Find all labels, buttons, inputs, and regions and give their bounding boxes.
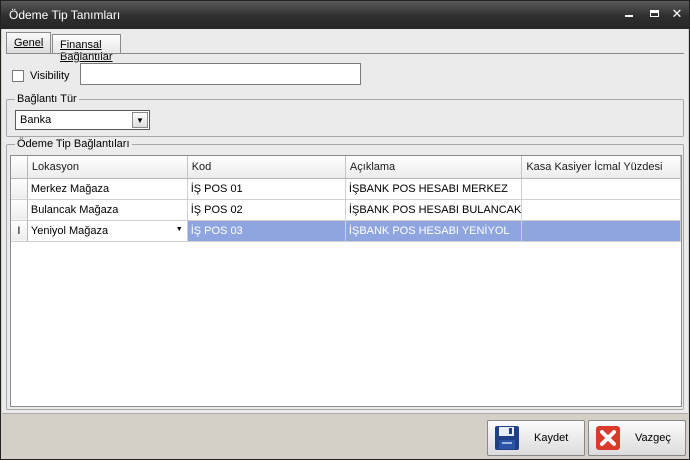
- table-row[interactable]: Merkez Mağaza İŞ POS 01 İŞBANK POS HESAB…: [11, 178, 681, 200]
- column-header-aciklama[interactable]: Açıklama: [345, 156, 523, 179]
- save-button[interactable]: Kaydet: [487, 420, 585, 456]
- content-area: Genel Finansal Bağlantılar Visibility Ba…: [2, 29, 688, 413]
- grid-header-row: Lokasyon Kod Açıklama Kasa Kasiyer İcmal…: [11, 156, 681, 179]
- odeme-tip-title: Ödeme Tip Bağlantıları: [15, 138, 132, 150]
- cell-yuzde[interactable]: [521, 178, 681, 200]
- main-window: Ödeme Tip Tanımları ✕ Genel Finansal Bağ…: [0, 0, 690, 460]
- minimize-icon: [625, 15, 633, 17]
- baglanti-tur-title: Bağlantı Tür: [15, 93, 79, 105]
- table-row[interactable]: Bulancak Mağaza İŞ POS 02 İŞBANK POS HES…: [11, 199, 681, 221]
- minimize-button[interactable]: [621, 7, 637, 21]
- column-header-kod[interactable]: Kod: [187, 156, 346, 179]
- visibility-label: Visibility: [30, 70, 70, 82]
- maximize-button[interactable]: [646, 7, 662, 21]
- cell-yuzde[interactable]: [521, 199, 681, 221]
- close-button[interactable]: ✕: [669, 7, 685, 21]
- cell-aciklama[interactable]: İŞBANK POS HESABI BULANCAK: [345, 199, 523, 221]
- maximize-icon: [649, 10, 659, 17]
- cell-aciklama[interactable]: İŞBANK POS HESABI MERKEZ: [345, 178, 523, 200]
- tab-divider: [6, 53, 684, 54]
- cancel-button[interactable]: Vazgeç: [588, 420, 686, 456]
- cell-kod[interactable]: İŞ POS 01: [187, 178, 346, 200]
- chevron-down-icon[interactable]: ▼: [132, 112, 148, 128]
- visibility-input[interactable]: [80, 63, 361, 85]
- close-icon: ✕: [671, 6, 683, 21]
- column-header-yuzde[interactable]: Kasa Kasiyer İcmal Yüzdesi: [521, 156, 681, 179]
- chevron-down-icon[interactable]: ▼: [176, 226, 183, 233]
- floppy-disk-icon: [495, 426, 519, 450]
- tab-genel[interactable]: Genel: [6, 32, 52, 54]
- visibility-row: Visibility: [12, 68, 70, 84]
- row-indicator-header: [11, 156, 28, 179]
- cell-lokasyon-value: Yeniyol Mağaza: [30, 224, 109, 237]
- row-indicator-editing[interactable]: I: [11, 220, 28, 242]
- cell-yuzde[interactable]: [521, 220, 681, 242]
- tab-finansal-baglantilar[interactable]: Finansal Bağlantılar: [52, 34, 121, 63]
- cell-lokasyon[interactable]: Merkez Mağaza: [27, 178, 188, 200]
- tab-finansal-baglantilar-label: Finansal Bağlantılar: [60, 39, 113, 63]
- cell-kod[interactable]: İŞ POS 02: [187, 199, 346, 221]
- baglanti-tur-value: Banka: [20, 114, 52, 126]
- title-bar[interactable]: Ödeme Tip Tanımları ✕: [1, 1, 689, 29]
- cancel-label: Vazgeç: [635, 432, 671, 444]
- row-indicator[interactable]: [11, 199, 28, 221]
- cancel-x-icon: [596, 426, 620, 450]
- odeme-tip-grid[interactable]: Lokasyon Kod Açıklama Kasa Kasiyer İcmal…: [10, 155, 682, 407]
- cell-aciklama[interactable]: İŞBANK POS HESABI YENİYOL: [345, 220, 523, 242]
- baglanti-tur-select[interactable]: Banka ▼: [15, 110, 150, 130]
- save-label: Kaydet: [534, 432, 569, 444]
- cell-lokasyon-editor[interactable]: Yeniyol Mağaza ▼: [27, 220, 188, 242]
- column-header-lokasyon[interactable]: Lokasyon: [27, 156, 188, 179]
- window-title: Ödeme Tip Tanımları: [9, 8, 121, 22]
- row-indicator[interactable]: [11, 178, 28, 200]
- cell-kod[interactable]: İŞ POS 03: [187, 220, 346, 242]
- button-bar: Kaydet Vazgeç: [2, 413, 688, 459]
- visibility-checkbox[interactable]: [12, 70, 24, 82]
- tab-genel-label: Genel: [14, 37, 44, 49]
- cell-lokasyon[interactable]: Bulancak Mağaza: [27, 199, 188, 221]
- table-row-selected[interactable]: I Yeniyol Mağaza ▼ İŞ POS 03 İŞBANK POS …: [11, 220, 681, 242]
